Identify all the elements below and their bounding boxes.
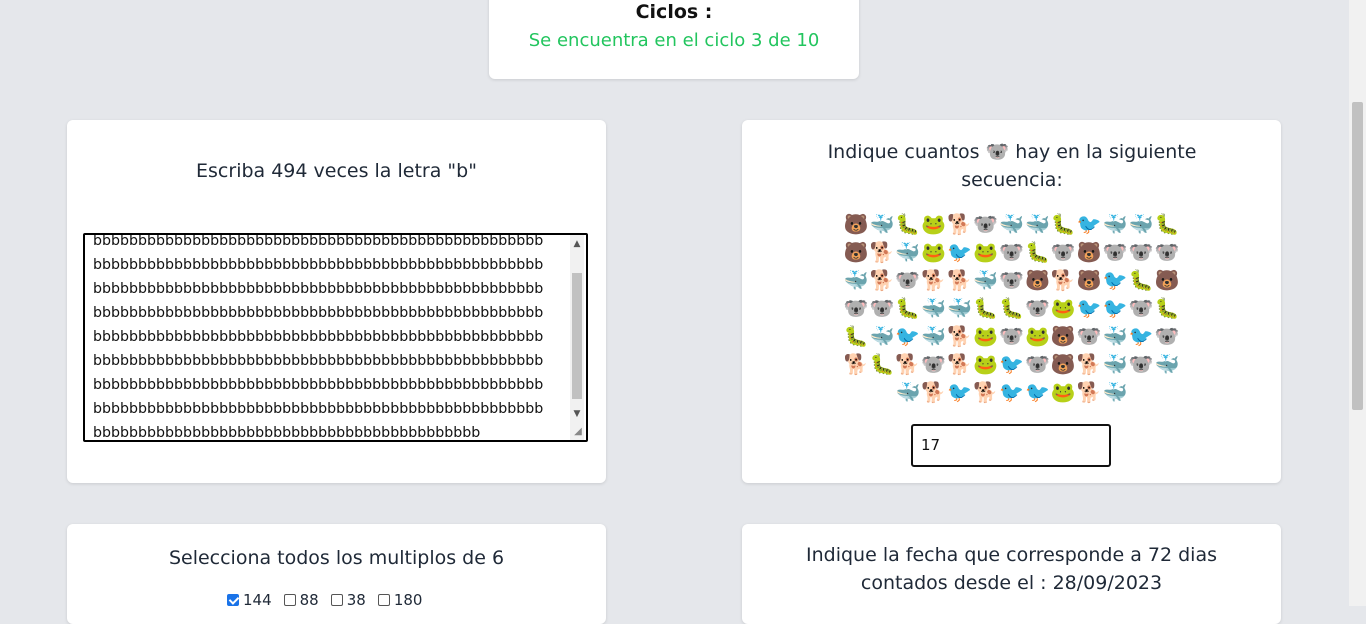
multiples-options: 144 88 38 180	[227, 591, 422, 609]
emoji-row: 🐻🐕🐳🐸🐦🐸🐨🐛🐨🐻🐨🐨🐨	[843, 240, 1181, 264]
cycle-status: Se encuentra en el ciclo 3 de 10	[528, 30, 820, 51]
textarea-line: bbbbbbbbbbbbbbbbbbbbbbbbbbbbbbbbbbbbbbbb…	[93, 377, 544, 393]
option-checkbox[interactable]	[227, 594, 239, 606]
textarea-content: bbbbbbbbbbbbbbbbbbbbbbbbbbbbbbbbbbbbbbbb…	[93, 233, 544, 441]
cycle-card: Ciclos : Se encuentra en el ciclo 3 de 1…	[489, 0, 859, 79]
letter-textarea[interactable]: bbbbbbbbbbbbbbbbbbbbbbbbbbbbbbbbbbbbbbbb…	[83, 233, 588, 442]
emoji-sequence: 🐻🐳🐛🐸🐕🐨🐳🐳🐛🐦🐳🐳🐛 🐻🐕🐳🐸🐦🐸🐨🐛🐨🐻🐨🐨🐨 🐳🐕🐨🐕🐕🐳🐨🐻🐕🐻🐦🐛🐻 🐨…	[832, 210, 1192, 406]
option-checkbox[interactable]	[377, 594, 390, 606]
scroll-up-icon[interactable]: ▲	[570, 237, 584, 251]
emoji-row: 🐻🐳🐛🐸🐕🐨🐳🐳🐛🐦🐳🐳🐛	[843, 212, 1181, 236]
scroll-down-icon[interactable]: ▼	[570, 407, 584, 421]
resize-grip-icon[interactable]: ◢	[572, 426, 584, 438]
letter-task-prompt: Escriba 494 veces la letra "b"	[196, 160, 477, 182]
textarea-line: bbbbbbbbbbbbbbbbbbbbbbbbbbbbbbbbbbbbbbbb…	[93, 257, 544, 273]
cycle-title: Ciclos :	[635, 1, 713, 23]
textarea-line: bbbbbbbbbbbbbbbbbbbbbbbbbbbbbbbbbbbbbbbb…	[93, 281, 544, 297]
date-task-prompt: Indique la fecha que corresponde a 72 di…	[806, 544, 1217, 594]
multiples-task-card: Selecciona todos los multiplos de 6 144 8…	[67, 524, 606, 624]
option-label: 88	[299, 591, 319, 609]
letter-task-card: Escriba 494 veces la letra "b" bbbbbbbbb…	[67, 120, 606, 483]
emoji-row: 🐨🐨🐛🐳🐳🐛🐛🐨🐸🐦🐦🐨🐛	[843, 296, 1181, 320]
multiple-option[interactable]: 180	[377, 591, 423, 609]
count-answer-input[interactable]: 17	[911, 424, 1111, 467]
multiple-option[interactable]: 88	[283, 591, 319, 609]
multiple-option[interactable]: 38	[330, 591, 366, 609]
textarea-line: bbbbbbbbbbbbbbbbbbbbbbbbbbbbbbbbbbbbbbbb…	[93, 425, 481, 441]
multiple-option[interactable]: 144	[227, 591, 272, 609]
textarea-line: bbbbbbbbbbbbbbbbbbbbbbbbbbbbbbbbbbbbbbbb…	[93, 401, 544, 417]
emoji-row: 🐛🐳🐦🐳🐕🐸🐨🐸🐻🐨🐳🐦🐨	[843, 324, 1181, 348]
option-checkbox[interactable]	[283, 594, 296, 606]
textarea-scrollbar[interactable]: ▲ ▼	[570, 235, 584, 440]
emoji-row: 🐳🐕🐨🐕🐕🐳🐨🐻🐕🐻🐦🐛🐻	[843, 268, 1181, 292]
textarea-line: bbbbbbbbbbbbbbbbbbbbbbbbbbbbbbbbbbbbbbbb…	[93, 305, 544, 321]
textarea-line: bbbbbbbbbbbbbbbbbbbbbbbbbbbbbbbbbbbbbbbb…	[93, 353, 544, 369]
emoji-row: 🐕🐛🐕🐨🐕🐸🐦🐨🐻🐕🐳🐨🐳	[843, 352, 1181, 376]
multiples-task-prompt: Selecciona todos los multiplos de 6	[168, 547, 505, 569]
date-task-card: Indique la fecha que corresponde a 72 di…	[742, 524, 1281, 624]
textarea-line: bbbbbbbbbbbbbbbbbbbbbbbbbbbbbbbbbbbbbbbb…	[93, 329, 544, 345]
option-label: 38	[346, 591, 366, 609]
scroll-thumb[interactable]	[572, 273, 582, 399]
page-scroll-thumb[interactable]	[1352, 102, 1363, 410]
count-task-card: Indique cuantos 🐨 hay en la siguiente se…	[742, 120, 1281, 483]
option-label: 180	[393, 591, 423, 609]
option-label: 144	[243, 591, 272, 609]
textarea-line: bbbbbbbbbbbbbbbbbbbbbbbbbbbbbbbbbbbbbbbb…	[93, 233, 544, 249]
count-task-prompt: Indique cuantos 🐨 hay en la siguiente se…	[827, 141, 1197, 191]
page-scrollbar[interactable]	[1349, 0, 1366, 606]
option-checkbox[interactable]	[330, 594, 343, 606]
emoji-row: 🐳🐕🐦🐕🐦🐦🐸🐕🐳	[895, 380, 1129, 404]
